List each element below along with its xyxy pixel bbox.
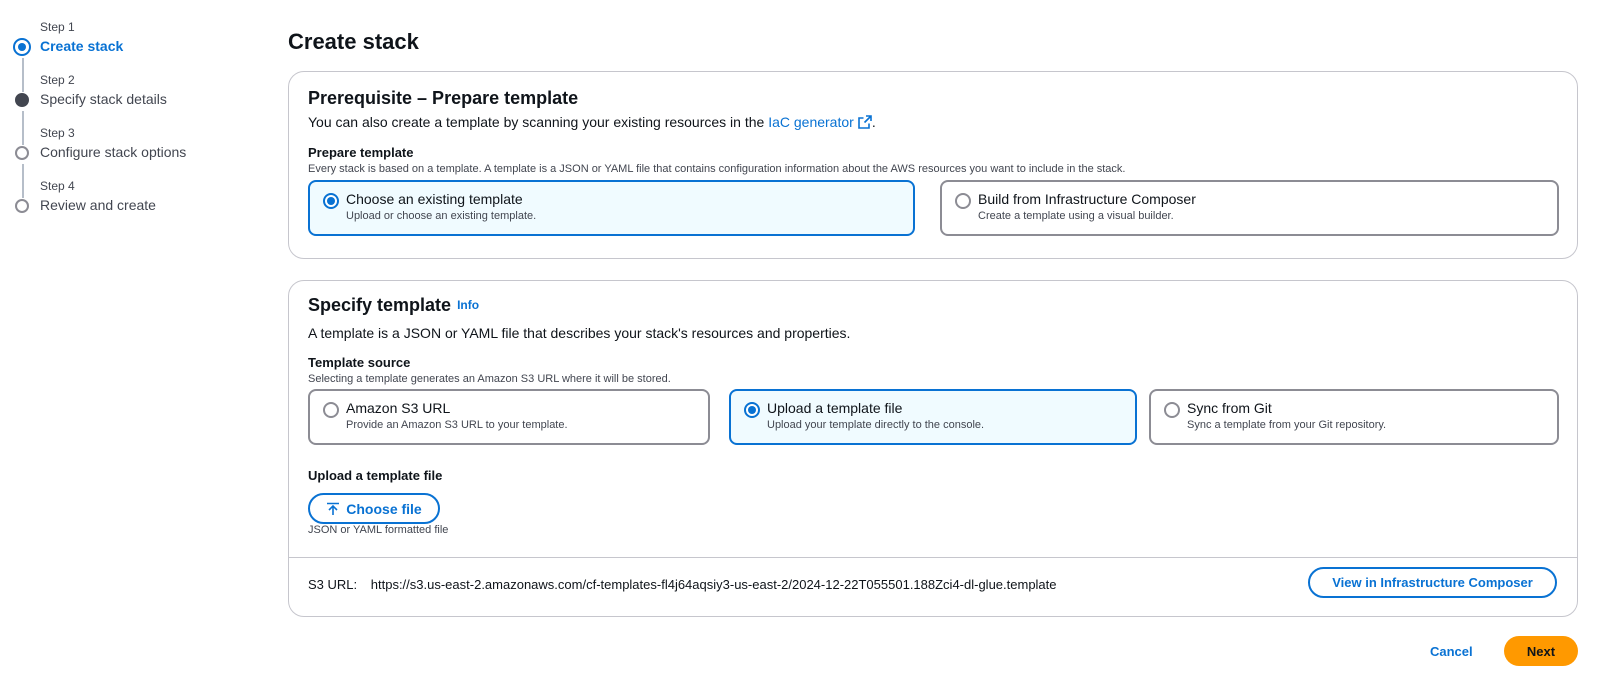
step-number: Step 2 — [40, 73, 75, 87]
step-specify-stack-details[interactable]: Step 2 Specify stack details — [13, 71, 253, 124]
choose-file-label: Choose file — [346, 500, 422, 517]
next-button[interactable]: Next — [1504, 636, 1578, 666]
template-source-label: Template source — [308, 355, 411, 370]
radio-selected-icon[interactable] — [323, 193, 339, 209]
step-indicator-icon — [15, 146, 29, 160]
radio-unselected-icon[interactable] — [955, 193, 971, 209]
step-number: Step 4 — [40, 179, 75, 193]
upload-template-file-label: Upload a template file — [308, 468, 443, 483]
option-label: Upload a template file — [767, 400, 903, 416]
prepare-template-description: Every stack is based on a template. A te… — [308, 163, 1126, 175]
option-description: Create a template using a visual builder… — [978, 210, 1174, 222]
option-upload-template-file[interactable]: Upload a template file Upload your templ… — [729, 389, 1137, 445]
template-source-description: Selecting a template generates an Amazon… — [308, 373, 671, 385]
option-choose-existing-template[interactable]: Choose an existing template Upload or ch… — [308, 180, 915, 236]
step-configure-stack-options[interactable]: Step 3 Configure stack options — [13, 124, 253, 177]
step-title[interactable]: Create stack — [40, 38, 123, 54]
option-description: Upload your template directly to the con… — [767, 419, 985, 431]
option-label: Amazon S3 URL — [346, 400, 451, 416]
option-description: Sync a template from your Git repository… — [1187, 419, 1387, 431]
choose-file-button[interactable]: Choose file — [308, 493, 440, 524]
info-link[interactable]: Info — [457, 298, 479, 312]
option-build-from-infrastructure-composer[interactable]: Build from Infrastructure Composer Creat… — [940, 180, 1559, 236]
step-number: Step 3 — [40, 126, 75, 140]
step-visited-indicator-icon — [15, 93, 29, 107]
step-indicator-icon — [15, 199, 29, 213]
step-title[interactable]: Configure stack options — [40, 144, 186, 160]
view-in-infrastructure-composer-button[interactable]: View in Infrastructure Composer — [1308, 567, 1557, 598]
cancel-button[interactable]: Cancel — [1430, 644, 1473, 659]
prerequisite-container: Prerequisite – Prepare template You can … — [288, 71, 1578, 259]
wizard-steps: Step 1 Create stack Step 2 Specify stack… — [13, 18, 253, 230]
step-title[interactable]: Review and create — [40, 197, 156, 213]
specify-template-title: Specify template — [308, 295, 452, 315]
step-active-indicator-icon — [13, 38, 31, 56]
step-number: Step 1 — [40, 20, 75, 34]
option-label: Sync from Git — [1187, 400, 1272, 416]
step-review-and-create[interactable]: Step 4 Review and create — [13, 177, 253, 230]
external-link-icon[interactable] — [858, 115, 872, 129]
prepare-template-label: Prepare template — [308, 145, 414, 160]
prerequisite-header: Prerequisite – Prepare template — [308, 88, 579, 108]
radio-unselected-icon[interactable] — [323, 402, 339, 418]
s3-url-row: S3 URL: https://s3.us-east-2.amazonaws.c… — [308, 577, 1057, 592]
option-sync-from-git[interactable]: Sync from Git Sync a template from your … — [1149, 389, 1559, 445]
s3-url-key: S3 URL: — [308, 577, 358, 592]
description-text: You can also create a template by scanni… — [308, 114, 765, 130]
step-title[interactable]: Specify stack details — [40, 91, 167, 107]
iac-generator-link[interactable]: IaC generator — [768, 114, 872, 130]
option-description: Upload or choose an existing template. — [346, 210, 537, 222]
option-label: Build from Infrastructure Composer — [978, 191, 1196, 207]
upload-icon — [327, 502, 340, 515]
page-title: Create stack — [288, 29, 419, 54]
file-format-hint: JSON or YAML formatted file — [308, 524, 449, 536]
option-description: Provide an Amazon S3 URL to your templat… — [346, 419, 568, 431]
option-label: Choose an existing template — [346, 191, 523, 207]
radio-selected-icon[interactable] — [744, 402, 760, 418]
specify-template-description: A template is a JSON or YAML file that d… — [308, 325, 851, 341]
option-amazon-s3-url[interactable]: Amazon S3 URL Provide an Amazon S3 URL t… — [308, 389, 710, 445]
specify-template-header: Specify template Info — [308, 295, 479, 316]
s3-url-value: https://s3.us-east-2.amazonaws.com/cf-te… — [370, 577, 1057, 592]
description-suffix: . — [871, 114, 876, 130]
iac-generator-link-text[interactable]: IaC generator — [768, 114, 854, 130]
step-create-stack[interactable]: Step 1 Create stack — [13, 18, 253, 71]
divider — [289, 557, 1577, 558]
specify-template-container: Specify template Info A template is a JSO… — [288, 280, 1578, 617]
radio-unselected-icon[interactable] — [1164, 402, 1180, 418]
prerequisite-description: You can also create a template by scanni… — [308, 114, 876, 130]
